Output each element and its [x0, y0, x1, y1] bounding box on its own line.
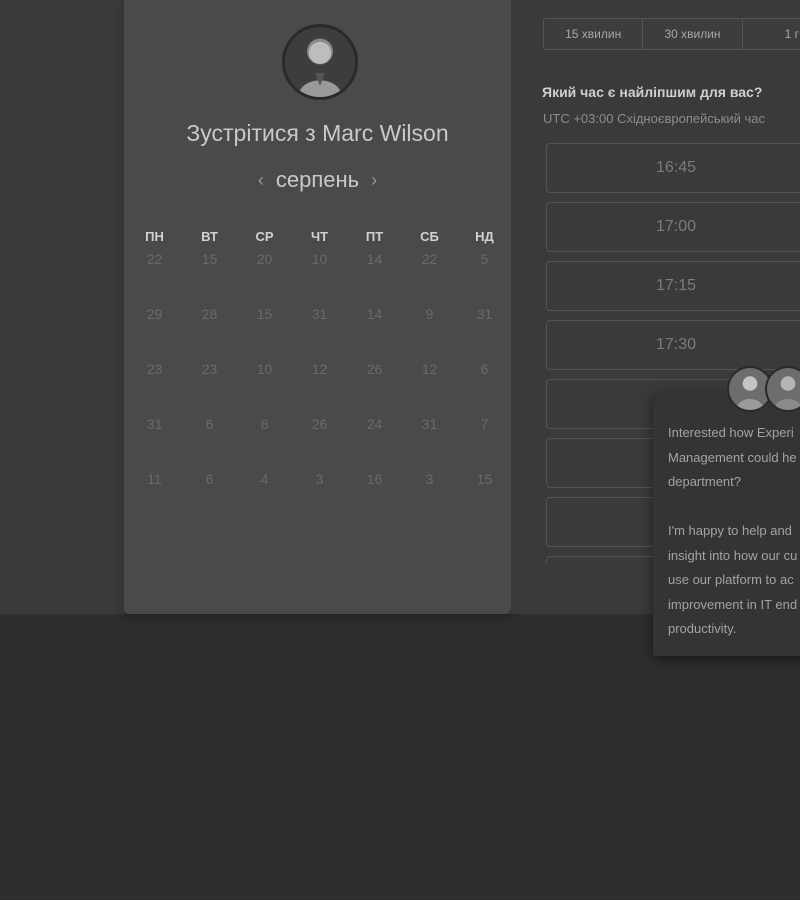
time-question-heading: Який час є найліпшим для вас?: [542, 84, 763, 100]
calendar-day: 31: [311, 306, 328, 322]
weekday-label: ПН: [145, 229, 164, 244]
timezone-label[interactable]: UTC +03:00 Східноєвропейський час: [543, 111, 765, 126]
calendar-day: 15: [256, 306, 273, 322]
tab-1-hour[interactable]: 1 г: [742, 19, 800, 49]
weekday-label: НД: [475, 229, 494, 244]
calendar-day: 23: [146, 361, 163, 377]
calendar-day: 23: [201, 361, 218, 377]
weekday-label: СБ: [420, 229, 439, 244]
calendar-day: 20: [256, 251, 273, 267]
scheduler-card: Зустрітися з Marc Wilson ‹ серпень › ПН …: [124, 0, 511, 614]
calendar-day: 10: [311, 251, 328, 267]
weekday-label: СР: [255, 229, 274, 244]
calendar-day: 8: [260, 416, 269, 432]
calendar-day: 29: [146, 306, 163, 322]
calendar-day: 4: [260, 471, 269, 487]
calendar-day: 14: [366, 306, 383, 322]
calendar-day: 14: [366, 251, 383, 267]
weekday-label: ПТ: [365, 229, 384, 244]
calendar-day: 15: [476, 471, 493, 487]
calendar-week: 11 6 4 3 16 3 15: [124, 468, 511, 523]
calendar-day: 9: [425, 306, 434, 322]
calendar-day: 26: [311, 416, 328, 432]
time-slot[interactable]: 17:30: [546, 320, 800, 370]
weekday-header: ПН ВТ СР ЧТ ПТ СБ НД: [124, 226, 511, 248]
calendar-day: 24: [366, 416, 383, 432]
chevron-right-icon[interactable]: ›: [371, 170, 377, 191]
tab-30-min[interactable]: 30 хвилин: [643, 19, 743, 49]
calendar-day: 22: [421, 251, 438, 267]
chevron-left-icon[interactable]: ‹: [258, 170, 264, 191]
time-slot[interactable]: 17:15: [546, 261, 800, 311]
time-slot[interactable]: 17:00: [546, 202, 800, 252]
chat-message: Interested how Experi Management could h…: [668, 425, 798, 636]
calendar-day: 6: [205, 416, 214, 432]
month-navigation: ‹ серпень ›: [124, 167, 511, 193]
calendar-day: 10: [256, 361, 273, 377]
calendar-day: 12: [311, 361, 328, 377]
weekday-label: ВТ: [201, 229, 218, 244]
calendar-week: 22 15 20 10 14 22 5: [124, 248, 511, 303]
calendar-day: 6: [205, 471, 214, 487]
calendar-day: 28: [201, 306, 218, 322]
duration-tabs: 15 хвилин 30 хвилин 1 г: [543, 18, 800, 50]
calendar-grid: ПН ВТ СР ЧТ ПТ СБ НД 22 15 20 10 14 22 5…: [124, 226, 511, 523]
calendar-day: 3: [315, 471, 324, 487]
calendar-week: 29 28 15 31 14 9 31: [124, 303, 511, 358]
chat-popup[interactable]: Interested how Experi Management could h…: [653, 393, 800, 656]
calendar-day: 22: [146, 251, 163, 267]
chat-agents: [727, 366, 800, 412]
calendar-day: 31: [476, 306, 493, 322]
calendar-day: 31: [421, 416, 438, 432]
tab-15-min[interactable]: 15 хвилин: [544, 19, 644, 49]
month-label: серпень: [275, 167, 360, 192]
calendar-day: 31: [146, 416, 163, 432]
calendar-day: 7: [480, 416, 489, 432]
calendar-day: 16: [366, 471, 383, 487]
calendar-day: 15: [201, 251, 218, 267]
time-slot[interactable]: 16:45: [546, 143, 800, 193]
calendar-day: 5: [480, 251, 489, 267]
weekday-label: ЧТ: [310, 229, 329, 244]
calendar-day: 11: [147, 471, 162, 487]
calendar-week: 31 6 8 26 24 31 7: [124, 413, 511, 468]
calendar-week: 23 23 10 12 26 12 6: [124, 358, 511, 413]
calendar-day: 26: [366, 361, 383, 377]
meeting-title: Зустрітися з Marc Wilson: [186, 120, 449, 146]
chat-agent-avatar: [765, 366, 800, 412]
calendar-day: 3: [425, 471, 434, 487]
host-avatar: [282, 24, 358, 100]
calendar-day: 6: [480, 361, 489, 377]
calendar-day: 12: [421, 361, 438, 377]
